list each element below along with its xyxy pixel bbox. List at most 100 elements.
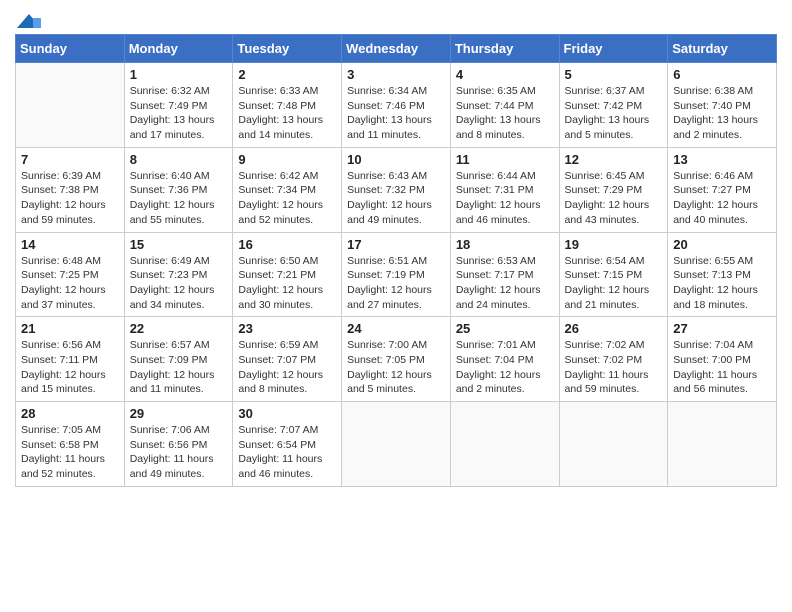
day-number: 8 xyxy=(130,152,228,167)
day-number: 28 xyxy=(21,406,119,421)
day-info: Sunrise: 6:33 AM Sunset: 7:48 PM Dayligh… xyxy=(238,84,336,143)
calendar-cell xyxy=(16,63,125,148)
day-number: 4 xyxy=(456,67,554,82)
day-info: Sunrise: 7:00 AM Sunset: 7:05 PM Dayligh… xyxy=(347,338,445,397)
day-info: Sunrise: 6:43 AM Sunset: 7:32 PM Dayligh… xyxy=(347,169,445,228)
calendar-cell: 16 Sunrise: 6:50 AM Sunset: 7:21 PM Dayli… xyxy=(233,232,342,317)
calendar-cell: 29 Sunrise: 7:06 AM Sunset: 6:56 PM Dayli… xyxy=(124,402,233,487)
calendar-cell: 5 Sunrise: 6:37 AM Sunset: 7:42 PM Daylig… xyxy=(559,63,668,148)
day-number: 29 xyxy=(130,406,228,421)
calendar-cell xyxy=(342,402,451,487)
calendar-cell xyxy=(559,402,668,487)
calendar-cell xyxy=(450,402,559,487)
day-info: Sunrise: 7:07 AM Sunset: 6:54 PM Dayligh… xyxy=(238,423,336,482)
calendar-week-5: 28 Sunrise: 7:05 AM Sunset: 6:58 PM Dayli… xyxy=(16,402,777,487)
day-number: 20 xyxy=(673,237,771,252)
calendar-week-2: 7 Sunrise: 6:39 AM Sunset: 7:38 PM Daylig… xyxy=(16,147,777,232)
day-number: 30 xyxy=(238,406,336,421)
calendar-cell: 3 Sunrise: 6:34 AM Sunset: 7:46 PM Daylig… xyxy=(342,63,451,148)
calendar-week-3: 14 Sunrise: 6:48 AM Sunset: 7:25 PM Dayli… xyxy=(16,232,777,317)
day-info: Sunrise: 6:53 AM Sunset: 7:17 PM Dayligh… xyxy=(456,254,554,313)
day-number: 19 xyxy=(565,237,663,252)
calendar-cell xyxy=(668,402,777,487)
day-number: 27 xyxy=(673,321,771,336)
day-info: Sunrise: 6:55 AM Sunset: 7:13 PM Dayligh… xyxy=(673,254,771,313)
day-number: 22 xyxy=(130,321,228,336)
page-header xyxy=(15,10,777,30)
calendar-cell: 6 Sunrise: 6:38 AM Sunset: 7:40 PM Daylig… xyxy=(668,63,777,148)
day-info: Sunrise: 6:50 AM Sunset: 7:21 PM Dayligh… xyxy=(238,254,336,313)
day-info: Sunrise: 6:39 AM Sunset: 7:38 PM Dayligh… xyxy=(21,169,119,228)
calendar-cell: 26 Sunrise: 7:02 AM Sunset: 7:02 PM Dayli… xyxy=(559,317,668,402)
day-info: Sunrise: 7:05 AM Sunset: 6:58 PM Dayligh… xyxy=(21,423,119,482)
calendar-cell: 27 Sunrise: 7:04 AM Sunset: 7:00 PM Dayli… xyxy=(668,317,777,402)
calendar-cell: 9 Sunrise: 6:42 AM Sunset: 7:34 PM Daylig… xyxy=(233,147,342,232)
calendar-cell: 12 Sunrise: 6:45 AM Sunset: 7:29 PM Dayli… xyxy=(559,147,668,232)
day-info: Sunrise: 7:06 AM Sunset: 6:56 PM Dayligh… xyxy=(130,423,228,482)
day-info: Sunrise: 6:34 AM Sunset: 7:46 PM Dayligh… xyxy=(347,84,445,143)
day-info: Sunrise: 6:56 AM Sunset: 7:11 PM Dayligh… xyxy=(21,338,119,397)
calendar-cell: 22 Sunrise: 6:57 AM Sunset: 7:09 PM Dayli… xyxy=(124,317,233,402)
logo xyxy=(15,14,43,30)
day-info: Sunrise: 6:54 AM Sunset: 7:15 PM Dayligh… xyxy=(565,254,663,313)
day-number: 10 xyxy=(347,152,445,167)
day-number: 13 xyxy=(673,152,771,167)
day-info: Sunrise: 6:42 AM Sunset: 7:34 PM Dayligh… xyxy=(238,169,336,228)
day-header-monday: Monday xyxy=(124,35,233,63)
day-info: Sunrise: 6:46 AM Sunset: 7:27 PM Dayligh… xyxy=(673,169,771,228)
day-info: Sunrise: 6:32 AM Sunset: 7:49 PM Dayligh… xyxy=(130,84,228,143)
day-number: 24 xyxy=(347,321,445,336)
calendar-week-1: 1 Sunrise: 6:32 AM Sunset: 7:49 PM Daylig… xyxy=(16,63,777,148)
day-info: Sunrise: 6:49 AM Sunset: 7:23 PM Dayligh… xyxy=(130,254,228,313)
day-info: Sunrise: 6:59 AM Sunset: 7:07 PM Dayligh… xyxy=(238,338,336,397)
day-header-tuesday: Tuesday xyxy=(233,35,342,63)
calendar-cell: 24 Sunrise: 7:00 AM Sunset: 7:05 PM Dayli… xyxy=(342,317,451,402)
day-info: Sunrise: 6:57 AM Sunset: 7:09 PM Dayligh… xyxy=(130,338,228,397)
calendar-cell: 21Sunrise: 6:56 AM Sunset: 7:11 PM Dayli… xyxy=(16,317,125,402)
day-number: 5 xyxy=(565,67,663,82)
calendar-cell: 30 Sunrise: 7:07 AM Sunset: 6:54 PM Dayli… xyxy=(233,402,342,487)
day-number: 17 xyxy=(347,237,445,252)
day-number: 3 xyxy=(347,67,445,82)
day-number: 18 xyxy=(456,237,554,252)
day-info: Sunrise: 7:01 AM Sunset: 7:04 PM Dayligh… xyxy=(456,338,554,397)
calendar-cell: 7 Sunrise: 6:39 AM Sunset: 7:38 PM Daylig… xyxy=(16,147,125,232)
calendar-cell: 23 Sunrise: 6:59 AM Sunset: 7:07 PM Dayli… xyxy=(233,317,342,402)
day-number: 16 xyxy=(238,237,336,252)
calendar-cell: 17 Sunrise: 6:51 AM Sunset: 7:19 PM Dayli… xyxy=(342,232,451,317)
calendar-cell: 2 Sunrise: 6:33 AM Sunset: 7:48 PM Daylig… xyxy=(233,63,342,148)
day-info: Sunrise: 7:04 AM Sunset: 7:00 PM Dayligh… xyxy=(673,338,771,397)
day-number: 9 xyxy=(238,152,336,167)
day-header-friday: Friday xyxy=(559,35,668,63)
day-info: Sunrise: 6:45 AM Sunset: 7:29 PM Dayligh… xyxy=(565,169,663,228)
day-header-sunday: Sunday xyxy=(16,35,125,63)
day-number: 1 xyxy=(130,67,228,82)
day-number: 6 xyxy=(673,67,771,82)
day-info: Sunrise: 6:38 AM Sunset: 7:40 PM Dayligh… xyxy=(673,84,771,143)
day-number: 23 xyxy=(238,321,336,336)
day-info: Sunrise: 6:51 AM Sunset: 7:19 PM Dayligh… xyxy=(347,254,445,313)
calendar-cell: 14 Sunrise: 6:48 AM Sunset: 7:25 PM Dayli… xyxy=(16,232,125,317)
calendar-cell: 11 Sunrise: 6:44 AM Sunset: 7:31 PM Dayli… xyxy=(450,147,559,232)
day-header-thursday: Thursday xyxy=(450,35,559,63)
day-header-saturday: Saturday xyxy=(668,35,777,63)
day-info: Sunrise: 6:35 AM Sunset: 7:44 PM Dayligh… xyxy=(456,84,554,143)
calendar-cell: 18 Sunrise: 6:53 AM Sunset: 7:17 PM Dayli… xyxy=(450,232,559,317)
day-number: 2 xyxy=(238,67,336,82)
day-info: Sunrise: 6:48 AM Sunset: 7:25 PM Dayligh… xyxy=(21,254,119,313)
day-number: 14 xyxy=(21,237,119,252)
calendar-cell: 10 Sunrise: 6:43 AM Sunset: 7:32 PM Dayli… xyxy=(342,147,451,232)
calendar-cell: 28 Sunrise: 7:05 AM Sunset: 6:58 PM Dayli… xyxy=(16,402,125,487)
logo-icon xyxy=(15,12,43,30)
calendar-cell: 1 Sunrise: 6:32 AM Sunset: 7:49 PM Daylig… xyxy=(124,63,233,148)
day-number: 26 xyxy=(565,321,663,336)
day-info: Sunrise: 6:37 AM Sunset: 7:42 PM Dayligh… xyxy=(565,84,663,143)
day-number: 12 xyxy=(565,152,663,167)
day-number: 11 xyxy=(456,152,554,167)
calendar-cell: 25Sunrise: 7:01 AM Sunset: 7:04 PM Dayli… xyxy=(450,317,559,402)
calendar-cell: 19 Sunrise: 6:54 AM Sunset: 7:15 PM Dayli… xyxy=(559,232,668,317)
day-info: Sunrise: 6:44 AM Sunset: 7:31 PM Dayligh… xyxy=(456,169,554,228)
day-info: Sunrise: 7:02 AM Sunset: 7:02 PM Dayligh… xyxy=(565,338,663,397)
day-number: 7 xyxy=(21,152,119,167)
calendar-cell: 8Sunrise: 6:40 AM Sunset: 7:36 PM Daylig… xyxy=(124,147,233,232)
